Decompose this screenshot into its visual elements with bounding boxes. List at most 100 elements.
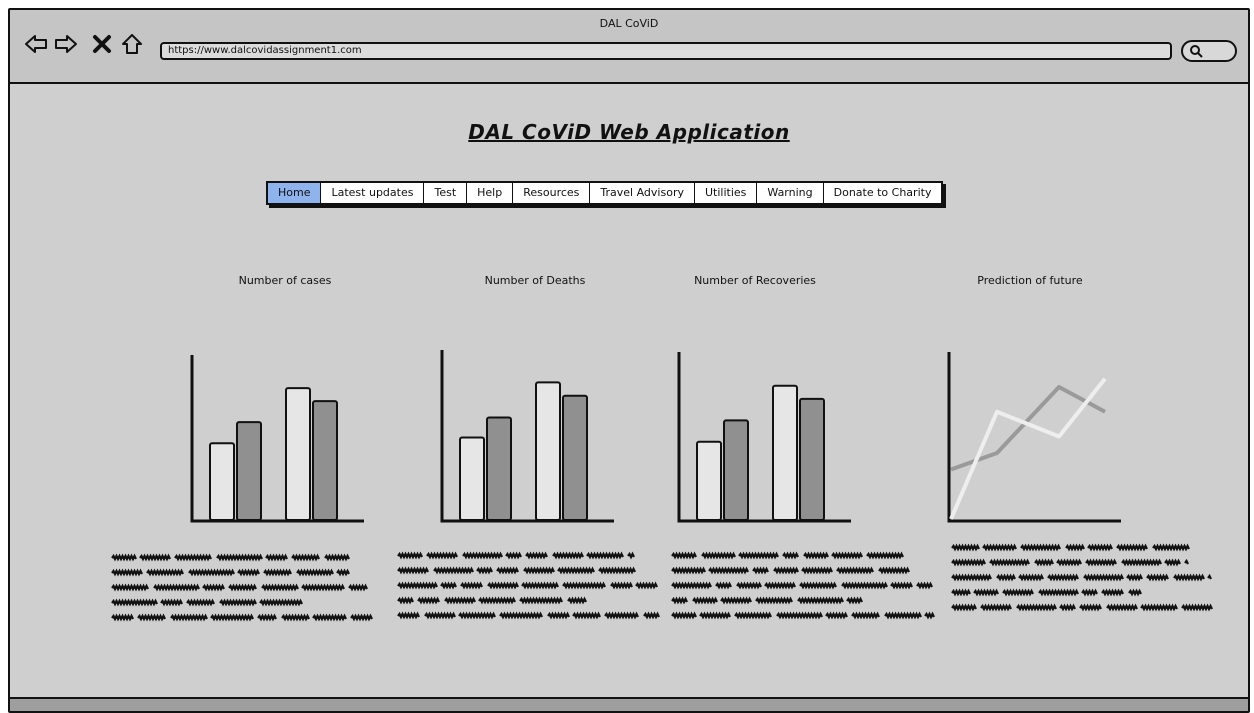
- scribble-line: [996, 573, 1016, 582]
- menu-item-warning[interactable]: Warning: [757, 183, 824, 203]
- menu-item-resources[interactable]: Resources: [513, 183, 591, 203]
- scribble-line: [643, 611, 660, 620]
- scribble-line: [521, 581, 559, 590]
- recoveries-chart-label: Number of Recoveries: [694, 274, 816, 287]
- scribble-line: [980, 603, 1012, 612]
- chart-bar: [535, 381, 561, 521]
- scribble-line: [916, 581, 933, 590]
- browser-window: DAL CoViD https://www.dalcovidassignment…: [8, 8, 1250, 713]
- scribble-line: [951, 543, 980, 552]
- scribble-line: [476, 566, 493, 575]
- scribble-line: [627, 551, 635, 560]
- scribble-line: [1059, 603, 1076, 612]
- close-icon[interactable]: [90, 32, 111, 56]
- scribble-line: [433, 566, 474, 575]
- scribble-line: [1034, 558, 1054, 567]
- search-button[interactable]: [1181, 40, 1237, 62]
- scribble-line: [1101, 588, 1124, 597]
- chart-bar: [696, 440, 722, 521]
- scribble-line: [982, 543, 1017, 552]
- scribble-line: [462, 551, 503, 560]
- scribble-line: [1152, 543, 1190, 552]
- menu-item-latest-updates[interactable]: Latest updates: [321, 183, 425, 203]
- scribble-line: [397, 611, 420, 620]
- scribble-line: [604, 611, 639, 620]
- menu-item-utilities[interactable]: Utilities: [694, 183, 758, 203]
- url-input[interactable]: https://www.dalcovidassignment1.com: [160, 42, 1172, 60]
- home-icon[interactable]: [120, 32, 144, 56]
- scribble-line: [610, 581, 633, 590]
- scribble-line: [499, 611, 543, 620]
- scribble-line: [263, 568, 292, 577]
- scribble-line: [1002, 588, 1034, 597]
- scribble-line: [598, 566, 636, 575]
- scribble-line: [261, 583, 299, 592]
- scribble-line: [755, 596, 793, 605]
- scribble-line: [890, 581, 913, 590]
- scribble-line: [111, 598, 158, 607]
- scribble-line: [738, 551, 779, 560]
- chart-bar: [799, 397, 825, 521]
- scribble-line: [1128, 588, 1142, 597]
- scribble-line: [1126, 573, 1143, 582]
- scribble-line: [1083, 573, 1124, 582]
- scribble-line: [951, 588, 971, 597]
- scribble-line: [397, 551, 423, 560]
- scribble-line: [764, 581, 796, 590]
- arrow-left-icon[interactable]: [24, 32, 48, 56]
- search-icon: [1190, 45, 1203, 58]
- scribble-line: [1106, 603, 1138, 612]
- scribble-line: [1065, 543, 1085, 552]
- scribble-line: [701, 551, 736, 560]
- scribble-line: [715, 581, 732, 590]
- scribble-line: [1016, 603, 1057, 612]
- scribble-line: [1181, 603, 1213, 612]
- status-bar: [10, 697, 1248, 711]
- scribble-line: [846, 596, 863, 605]
- scribble-line: [1038, 588, 1079, 597]
- scribble-line: [111, 583, 149, 592]
- menu-item-donate-to-charity[interactable]: Donate to Charity: [823, 183, 942, 203]
- menu-item-help[interactable]: Help: [467, 183, 514, 203]
- scribble-line: [1173, 573, 1205, 582]
- window-title: DAL CoViD: [599, 17, 659, 30]
- scribble-line: [671, 581, 712, 590]
- scribble-line: [951, 603, 977, 612]
- scribble-line: [324, 553, 350, 562]
- chart-bar: [209, 442, 235, 521]
- scribble-line: [505, 551, 522, 560]
- scribble-line: [523, 566, 555, 575]
- scribble-line: [773, 566, 799, 575]
- scribble-line: [552, 551, 584, 560]
- menu-item-test[interactable]: Test: [424, 183, 468, 203]
- scribble-line: [312, 613, 347, 622]
- scribble-line: [708, 566, 749, 575]
- chart-axis: [947, 352, 1121, 523]
- arrow-right-icon[interactable]: [54, 32, 78, 56]
- recoveries-chart: [677, 352, 851, 523]
- scribble-line: [1207, 573, 1212, 580]
- menu-item-home[interactable]: Home: [268, 183, 322, 203]
- scribble-line: [153, 583, 200, 592]
- menu-item-travel-advisory[interactable]: Travel Advisory: [590, 183, 695, 203]
- chart-bar: [723, 419, 749, 521]
- scribble-line: [671, 611, 697, 620]
- scribble-line: [831, 551, 863, 560]
- scribble-line: [851, 611, 880, 620]
- scribble-line: [397, 581, 438, 590]
- scribble-line: [799, 581, 837, 590]
- scribble-line: [281, 613, 310, 622]
- scribble-line: [924, 611, 935, 620]
- scribble-line: [296, 568, 334, 577]
- scribble-line: [699, 611, 731, 620]
- scribble-line: [586, 551, 624, 560]
- scribble-line: [348, 583, 368, 592]
- scribble-line: [444, 596, 476, 605]
- scribble-line: [951, 573, 992, 582]
- scribble-line: [397, 566, 429, 575]
- placeholder-text-block: [951, 543, 1213, 612]
- scribble-line: [692, 596, 718, 605]
- scribble-line: [487, 581, 519, 590]
- scribble-line: [111, 613, 134, 622]
- scribble-line: [671, 596, 688, 605]
